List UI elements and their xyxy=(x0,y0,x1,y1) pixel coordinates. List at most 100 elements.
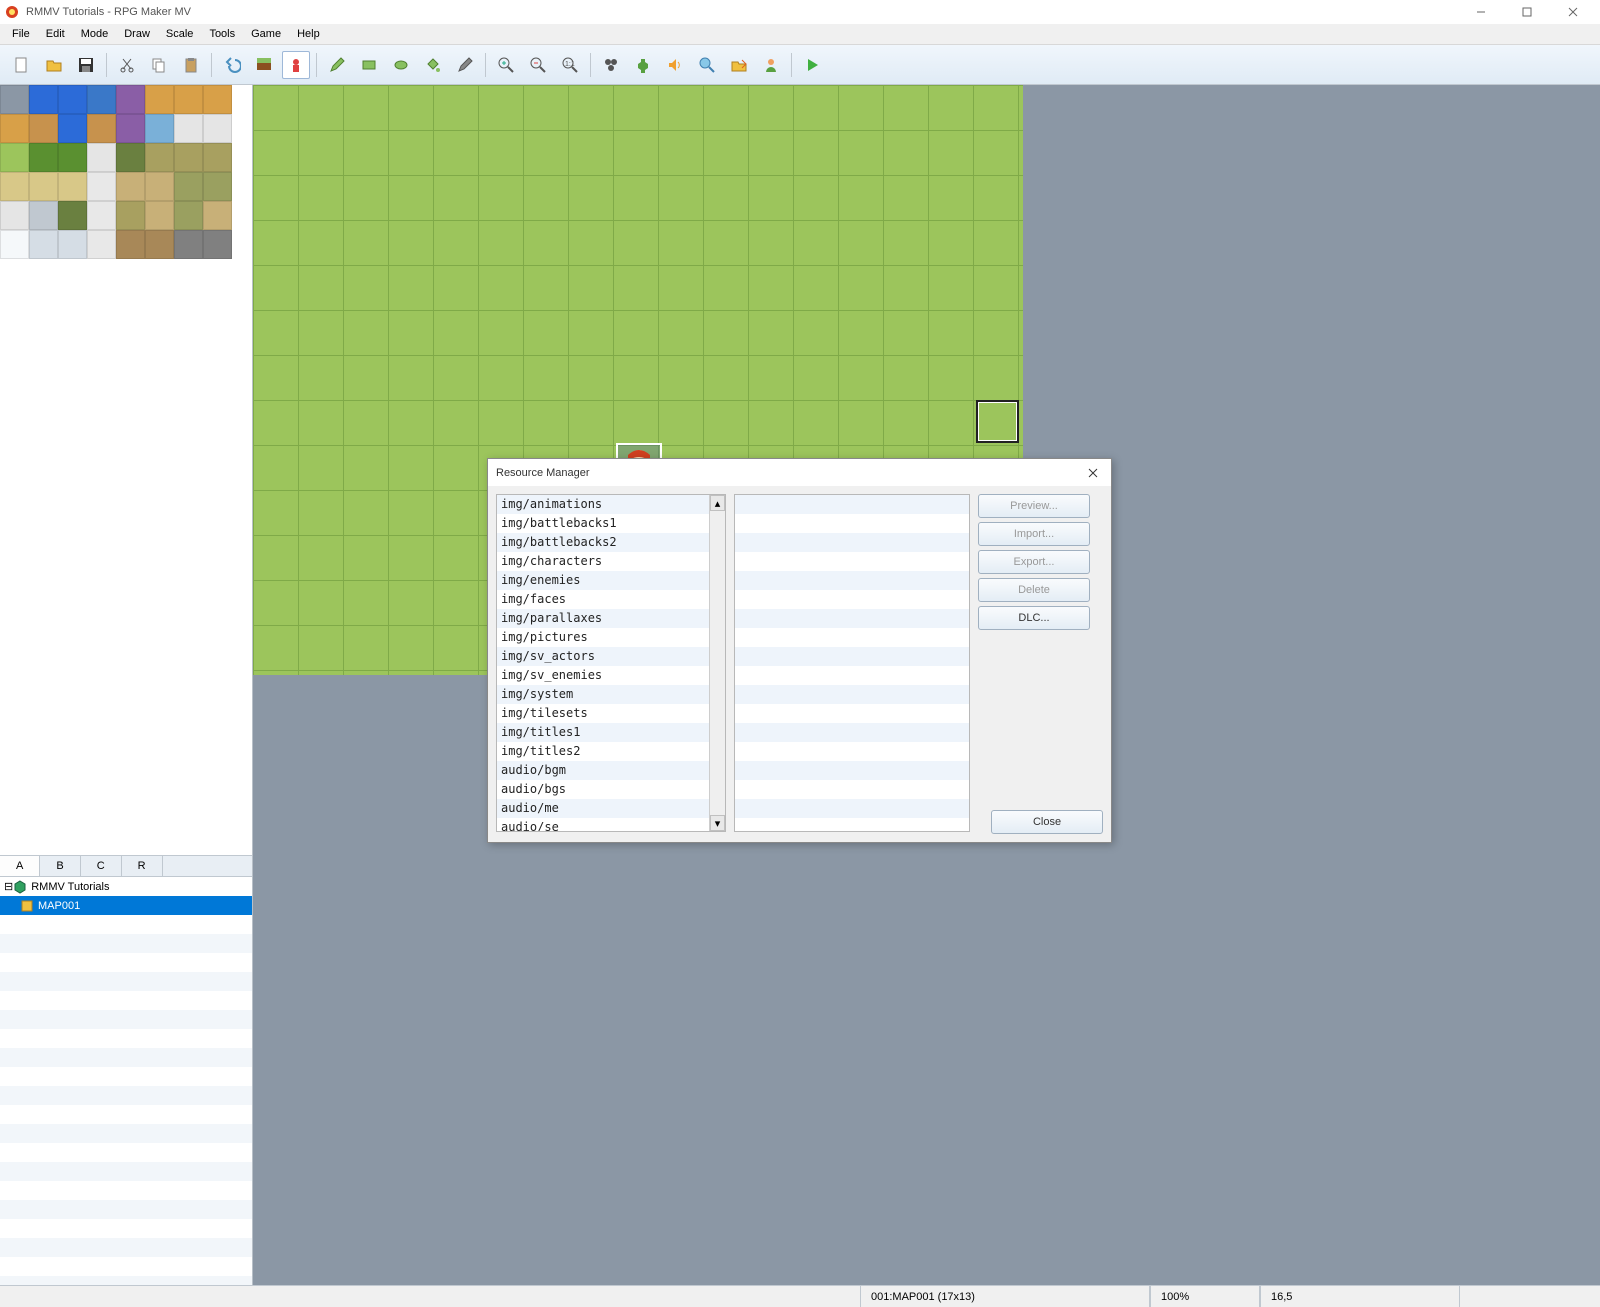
tile[interactable] xyxy=(29,172,58,201)
tile[interactable] xyxy=(174,114,203,143)
tile[interactable] xyxy=(116,114,145,143)
tile[interactable] xyxy=(0,85,29,114)
plugin-manager-button[interactable] xyxy=(629,51,657,79)
folder-item[interactable]: img/characters xyxy=(497,552,709,571)
import-button[interactable]: Import... xyxy=(978,522,1090,546)
tile[interactable] xyxy=(145,85,174,114)
tile[interactable] xyxy=(145,143,174,172)
folder-item[interactable]: img/pictures xyxy=(497,628,709,647)
tile[interactable] xyxy=(174,230,203,259)
rectangle-tool-button[interactable] xyxy=(355,51,383,79)
tree-project-node[interactable]: ⊟ RMMV Tutorials xyxy=(0,877,252,896)
open-project-button[interactable] xyxy=(40,51,68,79)
menu-tools[interactable]: Tools xyxy=(201,25,243,43)
resource-manager-button[interactable] xyxy=(725,51,753,79)
tile[interactable] xyxy=(58,85,87,114)
folder-list-scrollbar[interactable]: ▴ ▾ xyxy=(709,495,725,831)
dialog-title-bar[interactable]: Resource Manager xyxy=(488,459,1111,486)
tile[interactable] xyxy=(145,201,174,230)
zoom-out-button[interactable] xyxy=(524,51,552,79)
export-button[interactable]: Export... xyxy=(978,550,1090,574)
tile[interactable] xyxy=(87,143,116,172)
tile[interactable] xyxy=(116,85,145,114)
tile[interactable] xyxy=(203,230,232,259)
tile[interactable] xyxy=(203,143,232,172)
tile[interactable] xyxy=(58,143,87,172)
folder-item[interactable]: img/sv_enemies xyxy=(497,666,709,685)
folder-item[interactable]: audio/se xyxy=(497,818,709,831)
folder-item[interactable]: img/faces xyxy=(497,590,709,609)
tile[interactable] xyxy=(145,172,174,201)
tile[interactable] xyxy=(174,143,203,172)
minimize-button[interactable] xyxy=(1458,0,1504,24)
tile[interactable] xyxy=(174,85,203,114)
tile[interactable] xyxy=(29,85,58,114)
menu-draw[interactable]: Draw xyxy=(116,25,158,43)
scroll-up-icon[interactable]: ▴ xyxy=(710,495,725,511)
tile[interactable] xyxy=(29,143,58,172)
tile[interactable] xyxy=(87,114,116,143)
cut-button[interactable] xyxy=(113,51,141,79)
menu-game[interactable]: Game xyxy=(243,25,289,43)
paste-button[interactable] xyxy=(177,51,205,79)
layer-tab-b[interactable]: B xyxy=(40,856,80,876)
tile[interactable] xyxy=(174,201,203,230)
folder-item[interactable]: img/titles1 xyxy=(497,723,709,742)
dlc-button[interactable]: DLC... xyxy=(978,606,1090,630)
tile[interactable] xyxy=(203,85,232,114)
copy-button[interactable] xyxy=(145,51,173,79)
pencil-tool-button[interactable] xyxy=(323,51,351,79)
actual-size-button[interactable]: 1:1 xyxy=(556,51,584,79)
menu-file[interactable]: File xyxy=(4,25,38,43)
tile[interactable] xyxy=(87,172,116,201)
menu-mode[interactable]: Mode xyxy=(73,25,117,43)
sound-test-button[interactable] xyxy=(661,51,689,79)
delete-button[interactable]: Delete xyxy=(978,578,1090,602)
close-button[interactable] xyxy=(1550,0,1596,24)
tile[interactable] xyxy=(0,172,29,201)
folder-item[interactable]: img/enemies xyxy=(497,571,709,590)
menu-edit[interactable]: Edit xyxy=(38,25,73,43)
folder-item[interactable]: audio/bgm xyxy=(497,761,709,780)
tile[interactable] xyxy=(145,230,174,259)
tile[interactable] xyxy=(87,201,116,230)
folder-item[interactable]: img/battlebacks1 xyxy=(497,514,709,533)
tile[interactable] xyxy=(0,230,29,259)
file-list[interactable] xyxy=(734,494,970,832)
tileset-panel[interactable] xyxy=(0,85,252,855)
playtest-button[interactable] xyxy=(798,51,826,79)
shadow-pen-button[interactable] xyxy=(451,51,479,79)
scroll-down-icon[interactable]: ▾ xyxy=(710,815,725,831)
event-mode-button[interactable] xyxy=(282,51,310,79)
tile[interactable] xyxy=(0,143,29,172)
tile[interactable] xyxy=(145,114,174,143)
database-button[interactable] xyxy=(597,51,625,79)
save-button[interactable] xyxy=(72,51,100,79)
ellipse-tool-button[interactable] xyxy=(387,51,415,79)
tile[interactable] xyxy=(116,230,145,259)
new-project-button[interactable] xyxy=(8,51,36,79)
tile[interactable] xyxy=(116,172,145,201)
map-mode-button[interactable] xyxy=(250,51,278,79)
maximize-button[interactable] xyxy=(1504,0,1550,24)
preview-button[interactable]: Preview... xyxy=(978,494,1090,518)
folder-item[interactable]: img/tilesets xyxy=(497,704,709,723)
tile[interactable] xyxy=(29,201,58,230)
layer-tab-r[interactable]: R xyxy=(122,856,163,876)
fill-tool-button[interactable] xyxy=(419,51,447,79)
menu-help[interactable]: Help xyxy=(289,25,328,43)
tile[interactable] xyxy=(58,230,87,259)
menu-scale[interactable]: Scale xyxy=(158,25,202,43)
folder-item[interactable]: audio/bgs xyxy=(497,780,709,799)
folder-item[interactable]: img/parallaxes xyxy=(497,609,709,628)
folder-item[interactable]: audio/me xyxy=(497,799,709,818)
tile[interactable] xyxy=(29,230,58,259)
character-generator-button[interactable] xyxy=(757,51,785,79)
layer-tab-c[interactable]: C xyxy=(81,856,122,876)
tile[interactable] xyxy=(203,172,232,201)
tile[interactable] xyxy=(29,114,58,143)
tile[interactable] xyxy=(0,201,29,230)
undo-button[interactable] xyxy=(218,51,246,79)
folder-item[interactable]: img/battlebacks2 xyxy=(497,533,709,552)
dialog-close-button[interactable] xyxy=(1083,463,1103,483)
